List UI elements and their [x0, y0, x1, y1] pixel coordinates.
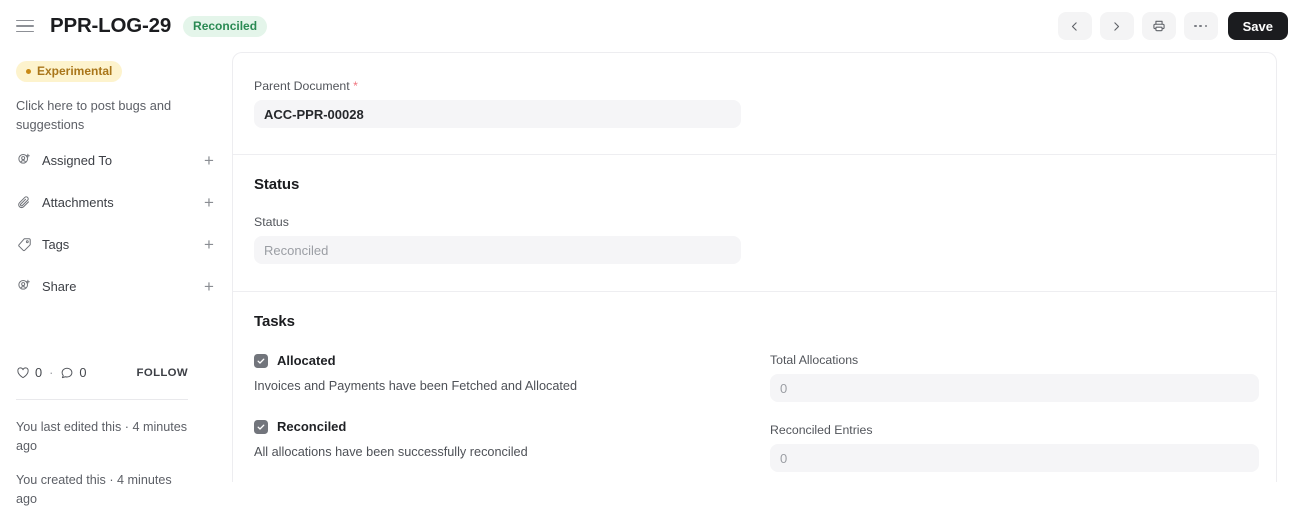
- ellipsis-icon: [1193, 24, 1208, 28]
- parent-document-label-text: Parent Document: [254, 79, 350, 93]
- reconciled-description: All allocations have been successfully r…: [254, 445, 528, 459]
- sidebar-list: Assigned To + Attachments + Tags + Share…: [16, 148, 216, 298]
- page-title: PPR-LOG-29: [50, 14, 172, 37]
- task-item-reconciled: Reconciled All allocations have been suc…: [254, 419, 770, 459]
- social-row: 0 · 0 FOLLOW: [16, 365, 188, 380]
- sidebar: Experimental Click here to post bugs and…: [0, 52, 232, 509]
- total-allocations-label: Total Allocations: [770, 353, 859, 367]
- save-button[interactable]: Save: [1227, 12, 1288, 40]
- comment-icon: [62, 367, 73, 378]
- tasks-section-title: Tasks: [254, 313, 295, 330]
- sidebar-item-label: Share: [42, 278, 77, 294]
- required-marker: *: [353, 79, 358, 93]
- add-attachment-button[interactable]: +: [202, 194, 216, 211]
- parent-document-input[interactable]: ACC-PPR-00028: [254, 100, 741, 128]
- status-section: Status Status Reconciled: [233, 155, 1276, 291]
- comment-count: 0: [79, 365, 87, 380]
- status-field-label: Status: [254, 215, 289, 229]
- paperclip-icon: [16, 194, 33, 211]
- reconciled-label: Reconciled: [277, 419, 347, 434]
- parent-document-section: Parent Document * ACC-PPR-00028: [233, 53, 1276, 154]
- user-plus-icon: [16, 152, 33, 169]
- tasks-checklist: Allocated Invoices and Payments have bee…: [254, 353, 770, 472]
- sidebar-item-label: Attachments: [42, 194, 114, 210]
- parent-document-label: Parent Document *: [254, 79, 1255, 93]
- add-tag-button[interactable]: +: [202, 236, 216, 253]
- hamburger-icon[interactable]: [16, 15, 38, 37]
- tasks-section: Tasks Allocated Invoices and Payments ha…: [233, 292, 1276, 482]
- last-edited-text: You last edited this · 4 minutes ago: [16, 420, 188, 453]
- sidebar-item-label: Assigned To: [42, 152, 112, 168]
- status-dot-icon: [26, 68, 31, 74]
- allocated-checkbox-row[interactable]: Allocated: [254, 353, 770, 368]
- sidebar-item-assigned-to[interactable]: Assigned To +: [16, 148, 216, 172]
- hamburger-bar: [16, 30, 34, 33]
- header-actions: Save: [1057, 12, 1288, 40]
- like-button[interactable]: 0: [16, 365, 42, 380]
- hamburger-bar: [16, 19, 34, 22]
- reconciled-entries-label: Reconciled Entries: [770, 423, 873, 437]
- sidebar-item-attachments[interactable]: Attachments +: [16, 190, 216, 214]
- total-allocations-input[interactable]: 0: [770, 374, 1259, 402]
- chevron-right-icon: [1114, 21, 1120, 31]
- total-allocations-field: Total Allocations 0: [770, 353, 1259, 402]
- tasks-counters: Total Allocations 0 Reconciled Entries 0: [770, 353, 1259, 472]
- ellipsis-dot: [1204, 24, 1208, 28]
- checkbox-checked-icon[interactable]: [254, 353, 268, 368]
- experimental-badge-label: Experimental: [37, 64, 113, 78]
- print-button[interactable]: [1141, 12, 1176, 40]
- tag-icon: [16, 236, 33, 253]
- experimental-badge[interactable]: Experimental: [16, 61, 123, 82]
- more-options-button[interactable]: [1183, 12, 1218, 40]
- page-header: PPR-LOG-29 Reconciled Save: [0, 0, 1306, 52]
- add-assigned-to-button[interactable]: +: [202, 152, 216, 169]
- allocated-label: Allocated: [277, 353, 336, 368]
- user-plus-icon: [16, 278, 33, 295]
- status-badge: Reconciled: [183, 15, 268, 37]
- add-share-button[interactable]: +: [202, 278, 216, 295]
- status-input[interactable]: Reconciled: [254, 236, 741, 264]
- ellipsis-dot: [1199, 24, 1203, 28]
- follow-button[interactable]: FOLLOW: [137, 367, 188, 379]
- status-field-block: Status Reconciled: [254, 215, 1255, 264]
- bug-report-link[interactable]: Click here to post bugs and suggestions: [16, 96, 196, 134]
- prev-document-button[interactable]: [1057, 12, 1092, 40]
- heart-icon: [17, 366, 29, 378]
- next-document-button[interactable]: [1099, 12, 1134, 40]
- comment-button[interactable]: 0: [60, 365, 87, 380]
- allocated-description: Invoices and Payments have been Fetched …: [254, 379, 578, 393]
- printer-icon: [1153, 20, 1165, 32]
- sidebar-item-tags[interactable]: Tags +: [16, 232, 216, 256]
- sidebar-item-label: Tags: [42, 236, 70, 252]
- social-separator: ·: [49, 365, 54, 380]
- reconciled-entries-field: Reconciled Entries 0: [770, 423, 1259, 472]
- hamburger-bar: [16, 25, 34, 27]
- task-item-allocated: Allocated Invoices and Payments have bee…: [254, 353, 770, 393]
- created-text: You created this · 4 minutes ago: [16, 473, 172, 506]
- sidebar-divider: [16, 399, 188, 400]
- chevron-left-icon: [1072, 21, 1077, 31]
- like-count: 0: [35, 365, 43, 380]
- ellipsis-dot: [1193, 24, 1197, 28]
- app-root: PPR-LOG-29 Reconciled Save Experimental …: [0, 0, 1306, 509]
- sidebar-item-share[interactable]: Share +: [16, 274, 216, 298]
- document-form-card: Parent Document * ACC-PPR-00028 Status S…: [232, 52, 1277, 482]
- reconciled-checkbox-row[interactable]: Reconciled: [254, 419, 770, 434]
- reconciled-entries-input[interactable]: 0: [770, 444, 1259, 472]
- tasks-grid: Allocated Invoices and Payments have bee…: [254, 353, 1259, 472]
- status-section-title: Status: [254, 176, 300, 193]
- checkbox-checked-icon[interactable]: [254, 419, 268, 434]
